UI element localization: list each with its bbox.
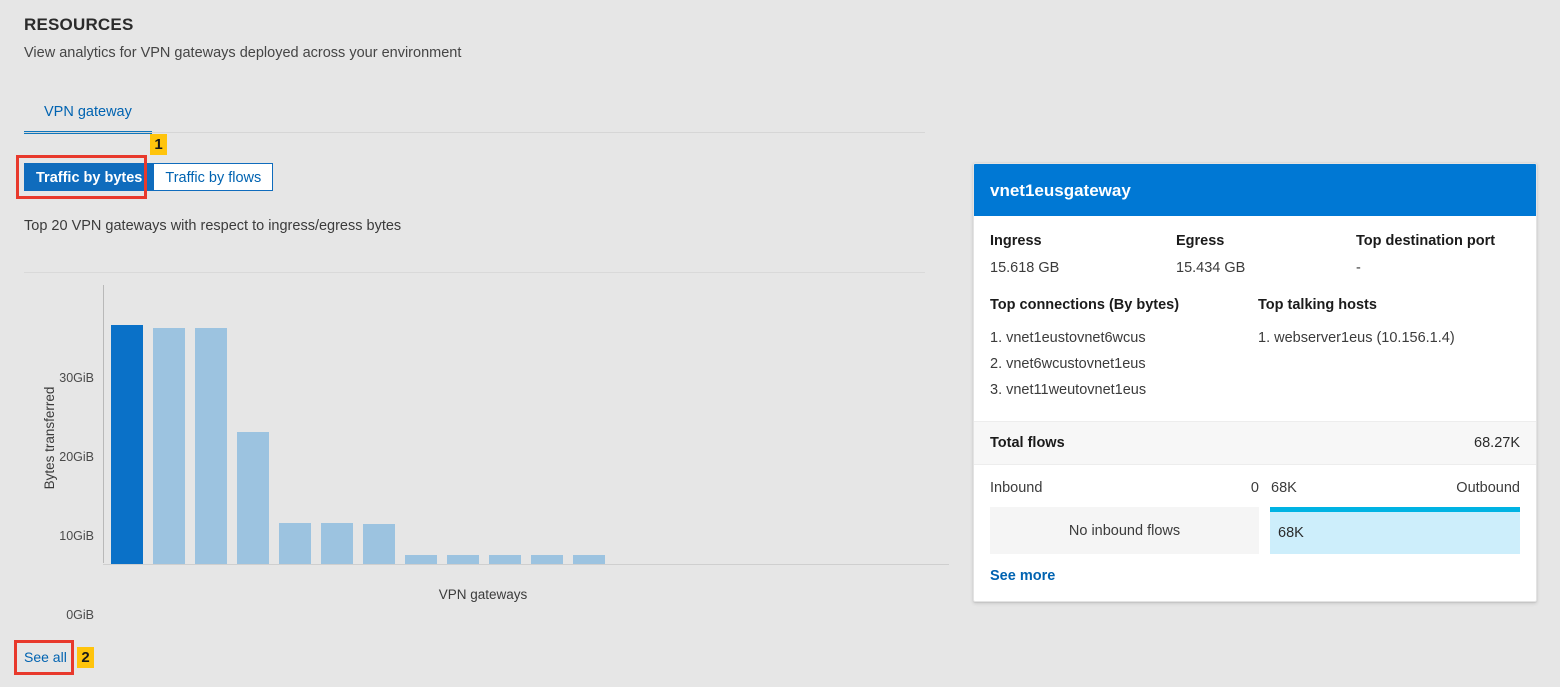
top-talking-hosts-title: Top talking hosts <box>1258 296 1520 315</box>
see-all-link[interactable]: See all <box>24 648 67 666</box>
annotation-badge-2: 2 <box>77 647 94 668</box>
inbound-empty-state: No inbound flows <box>990 507 1259 554</box>
chart-bar[interactable] <box>195 328 227 564</box>
tabstrip: VPN gateway <box>24 101 152 134</box>
outbound-labels: 68K Outbound <box>1266 479 1520 498</box>
chart-bar[interactable] <box>489 555 521 564</box>
total-flows-row: Total flows 68.27K <box>974 421 1536 465</box>
card-lists-row: Top connections (By bytes) 1. vnet1eusto… <box>990 296 1520 415</box>
stat-ingress-value: 15.618 GB <box>990 259 1176 278</box>
chart-bar[interactable] <box>153 328 185 564</box>
chart-caption: Top 20 VPN gateways with respect to ingr… <box>24 217 401 236</box>
outbound-bar[interactable]: 68K <box>1270 507 1520 554</box>
page-header: RESOURCES View analytics for VPN gateway… <box>24 14 461 63</box>
stat-top-destination-port-label: Top destination port <box>1356 232 1520 251</box>
chart-bar[interactable] <box>363 524 395 564</box>
tabstrip-divider <box>24 132 925 133</box>
inbound-count: 0 <box>1251 479 1259 498</box>
stat-ingress: Ingress 15.618 GB <box>990 232 1176 278</box>
chart-bars <box>103 287 925 564</box>
outbound-count: 68K <box>1271 479 1297 498</box>
stat-egress-value: 15.434 GB <box>1176 259 1356 278</box>
chart-bar[interactable] <box>531 555 563 564</box>
stat-egress: Egress 15.434 GB <box>1176 232 1356 278</box>
chart-x-axis-line <box>103 564 949 565</box>
stat-top-destination-port-value: - <box>1356 259 1520 278</box>
chart-plot-area <box>103 285 925 565</box>
total-flows-label: Total flows <box>990 435 1065 451</box>
traffic-by-bytes-button[interactable]: Traffic by bytes <box>24 163 154 191</box>
total-flows-value: 68.27K <box>1474 435 1520 451</box>
outbound-label: Outbound <box>1456 479 1520 498</box>
flows-labels: Inbound 0 68K Outbound <box>990 479 1520 498</box>
card-title: vnet1eusgateway <box>974 164 1536 216</box>
chart-top-divider <box>24 272 925 273</box>
card-stats-row: Ingress 15.618 GB Egress 15.434 GB Top d… <box>990 232 1520 278</box>
chart-y-tick: 30GiB <box>59 372 94 384</box>
gateway-detail-card: vnet1eusgateway Ingress 15.618 GB Egress… <box>973 163 1537 602</box>
chart-bar[interactable] <box>447 555 479 564</box>
list-item: 3. vnet11weutovnet1eus <box>990 377 1258 403</box>
chart-bar[interactable] <box>237 432 269 564</box>
vpn-gateway-bar-chart: Bytes transferred 30GiB20GiB10GiB0GiB VP… <box>24 285 925 615</box>
chart-bar[interactable] <box>573 555 605 564</box>
chart-y-axis-ticks: 30GiB20GiB10GiB0GiB <box>24 338 102 615</box>
top-connections-title: Top connections (By bytes) <box>990 296 1258 315</box>
flows-bars: No inbound flows 68K <box>990 507 1520 554</box>
chart-bar[interactable] <box>279 523 311 564</box>
stat-egress-label: Egress <box>1176 232 1356 251</box>
stat-ingress-label: Ingress <box>990 232 1176 251</box>
annotation-badge-1: 1 <box>150 134 167 155</box>
chart-bar[interactable] <box>321 523 353 564</box>
see-more-link[interactable]: See more <box>990 568 1055 584</box>
top-talking-hosts-list: Top talking hosts 1. webserver1eus (10.1… <box>1258 296 1520 403</box>
list-item: 1. vnet1eustovnet6wcus <box>990 325 1258 351</box>
stat-top-destination-port: Top destination port - <box>1356 232 1520 278</box>
page-subtitle: View analytics for VPN gateways deployed… <box>24 43 461 63</box>
tab-vpn-gateway[interactable]: VPN gateway <box>24 101 152 134</box>
page-title: RESOURCES <box>24 14 461 36</box>
inbound-label: Inbound <box>990 479 1042 498</box>
chart-y-tick: 10GiB <box>59 530 94 542</box>
flows-section: Inbound 0 68K Outbound No inbound flows … <box>974 465 1536 601</box>
chart-bar[interactable] <box>111 325 143 564</box>
traffic-mode-toggle: Traffic by bytes Traffic by flows <box>24 163 273 191</box>
chart-x-axis-title: VPN gateways <box>103 587 863 602</box>
list-item: 1. webserver1eus (10.156.1.4) <box>1258 325 1520 351</box>
chart-y-tick: 0GiB <box>66 609 94 621</box>
chart-bar[interactable] <box>405 555 437 564</box>
traffic-by-flows-button[interactable]: Traffic by flows <box>154 163 273 191</box>
list-item: 2. vnet6wcustovnet1eus <box>990 351 1258 377</box>
top-connections-list: Top connections (By bytes) 1. vnet1eusto… <box>990 296 1258 403</box>
inbound-labels: Inbound 0 <box>990 479 1266 498</box>
chart-y-tick: 20GiB <box>59 451 94 463</box>
card-body: Ingress 15.618 GB Egress 15.434 GB Top d… <box>974 216 1536 415</box>
